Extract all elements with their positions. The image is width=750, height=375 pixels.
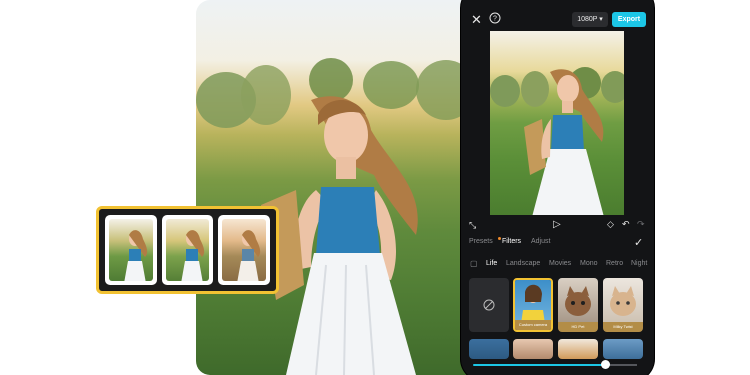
filter-thumb-row2-2[interactable]	[513, 339, 553, 359]
cat-figure	[610, 286, 636, 316]
filter-custom-camera[interactable]: Custom camera	[513, 278, 553, 332]
strip-figure-1	[124, 230, 148, 281]
panel-tabs: Presets Filters Adjust	[469, 237, 649, 252]
filter-thumbnails-row-2	[469, 339, 654, 359]
filter-thumb-row2-1[interactable]	[469, 339, 509, 359]
keyframe-icon[interactable]: ◇	[607, 218, 614, 231]
category-life[interactable]: Life	[486, 260, 497, 267]
no-filter-icon	[483, 299, 495, 311]
playback-controls: ⤡ ▷ ◇ ↶ ↷	[461, 214, 654, 234]
filter-thumb-image	[558, 278, 598, 322]
strip-figure-3	[237, 230, 261, 281]
category-mono[interactable]: Mono	[580, 260, 598, 267]
intensity-slider-rest[interactable]	[607, 364, 637, 366]
close-icon[interactable]: ✕	[471, 13, 482, 26]
category-landscape[interactable]: Landscape	[506, 260, 540, 267]
filter-milky-twist[interactable]: Milky Twist	[603, 278, 643, 332]
strip-thumb-original	[105, 215, 157, 285]
check-icon[interactable]: ✓	[634, 236, 643, 249]
tab-filters[interactable]: Filters	[502, 238, 521, 245]
intensity-slider-knob[interactable]	[601, 360, 610, 369]
category-retro[interactable]: Retro	[606, 260, 623, 267]
phone-editor: ✕ ? 1080P ▾ Export ⤡ ▷ ◇ ↶ ↷ Presets Fil…	[461, 0, 654, 375]
play-icon[interactable]: ▷	[553, 218, 561, 231]
filter-thumb-image	[515, 280, 551, 324]
tab-presets[interactable]: Presets	[469, 238, 493, 245]
filter-preview-strip	[96, 206, 279, 294]
help-icon[interactable]: ?	[489, 12, 501, 26]
compare-icon[interactable]: ▢	[470, 259, 478, 268]
resolution-dropdown[interactable]: 1080P ▾	[572, 12, 608, 27]
app-stage: ✕ ? 1080P ▾ Export ⤡ ▷ ◇ ↶ ↷ Presets Fil…	[0, 0, 750, 375]
filter-categories: ▢ Life Landscape Movies Mono Retro Night	[461, 259, 654, 272]
category-night[interactable]: Night	[631, 260, 647, 267]
portrait-figure	[521, 284, 545, 324]
filter-thumb-row2-3[interactable]	[558, 339, 598, 359]
strip-thumb-warm	[218, 215, 271, 285]
strip-thumb-mid	[161, 215, 214, 285]
filter-thumbnails: Custom camera HD Pet Milky Twist	[469, 278, 654, 334]
filter-label: HD Pet	[558, 322, 598, 332]
fullscreen-icon[interactable]: ⤡	[469, 219, 476, 232]
chevron-down-icon: ▾	[599, 16, 603, 23]
filter-none[interactable]	[469, 278, 509, 332]
cat-figure	[565, 286, 591, 316]
new-badge	[498, 237, 501, 240]
filter-hd-pet[interactable]: HD Pet	[558, 278, 598, 332]
video-preview	[490, 31, 624, 215]
export-button[interactable]: Export	[612, 12, 646, 27]
filter-label: Milky Twist	[603, 322, 643, 332]
filter-thumb-image	[603, 278, 643, 322]
filter-label: Custom camera	[515, 320, 551, 330]
hero-photo	[196, 0, 478, 375]
preview-figure	[524, 69, 604, 215]
tab-adjust[interactable]: Adjust	[531, 238, 550, 245]
redo-icon[interactable]: ↷	[637, 218, 645, 231]
strip-figure-2	[181, 230, 204, 281]
resolution-label: 1080P	[577, 16, 598, 23]
category-movies[interactable]: Movies	[549, 260, 571, 267]
svg-text:?: ?	[493, 16, 497, 23]
undo-icon[interactable]: ↶	[622, 218, 630, 231]
filter-thumb-row2-4[interactable]	[603, 339, 643, 359]
woman-figure	[261, 96, 418, 375]
